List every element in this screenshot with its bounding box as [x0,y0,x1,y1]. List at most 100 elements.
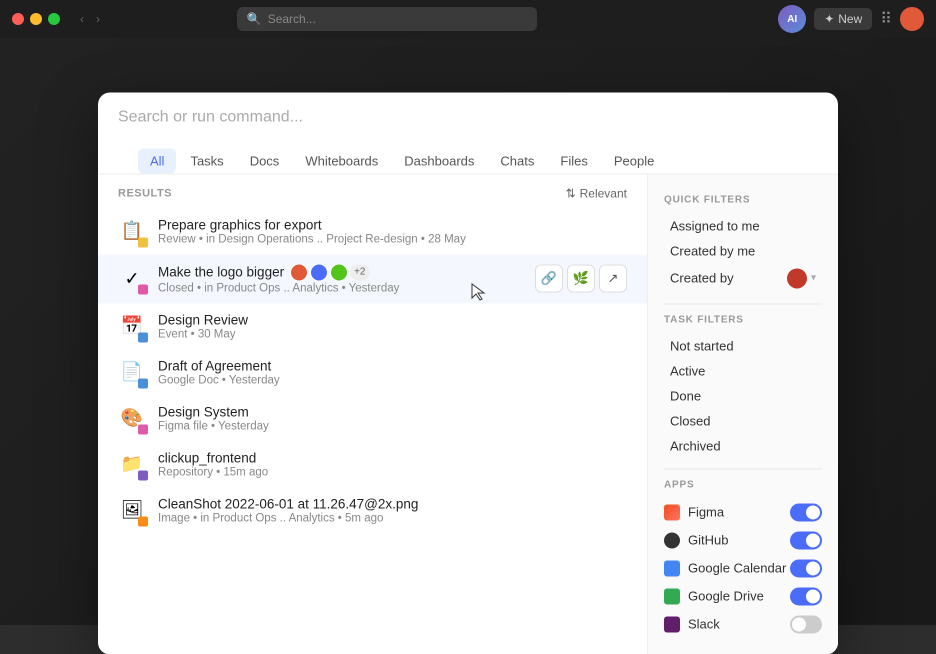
search-icon: 🔍 [247,12,262,26]
title-search-bar[interactable]: 🔍 Search... [237,7,537,31]
app-toggle-gcal[interactable] [790,559,822,577]
result-item[interactable]: 📅 Design ReviewEvent • 30 May [98,303,647,349]
result-meta: Closed • in Product Ops .. Analytics • Y… [158,282,535,294]
filter-archived[interactable]: Archived [664,433,822,458]
result-meta: Google Doc • Yesterday [158,374,627,386]
tab-whiteboards[interactable]: Whiteboards [293,148,390,173]
ai-badge[interactable]: AI [778,5,806,33]
filter-not-started[interactable]: Not started [664,333,822,358]
tab-people[interactable]: People [602,148,666,173]
filter-created-by-me[interactable]: Created by me [664,238,822,263]
open-button[interactable]: ↗ [599,264,627,292]
result-title: CleanShot 2022-06-01 at 11.26.47@2x.png [158,496,627,511]
assignee-avatar [310,263,328,281]
modal-search-area: AllTasksDocsWhiteboardsDashboardsChatsFi… [98,92,838,174]
app-toggle-slack[interactable] [790,615,822,633]
minimize-button[interactable] [30,13,42,25]
close-button[interactable] [12,13,24,25]
created-by-label: Created by [670,270,734,285]
app-row-github: GitHub [664,526,822,554]
search-input[interactable] [118,108,818,140]
tab-chats[interactable]: Chats [488,148,546,173]
result-icon-badge [138,332,148,342]
result-icon-badge [138,284,148,294]
result-icon-badge [138,470,148,480]
filter-active[interactable]: Active [664,358,822,383]
app-icon-gdrive [664,588,680,604]
result-item[interactable]: 🎨Design SystemFigma file • Yesterday [98,395,647,441]
sort-button[interactable]: ⇅ Relevant [566,186,627,200]
grid-icon[interactable]: ⠿ [880,9,892,29]
result-item[interactable]: 🖼 CleanShot 2022-06-01 at 11.26.47@2x.png… [98,487,647,533]
app-toggle-figma[interactable] [790,503,822,521]
user-avatar[interactable] [900,7,924,31]
result-meta: Review • in Design Operations .. Project… [158,233,627,245]
result-icon-badge [138,378,148,388]
modal-body: RESULTS ⇅ Relevant 📋 Prepare graphics for… [98,174,838,654]
result-icon: 🖼 [118,496,146,524]
app-toggle-github[interactable] [790,531,822,549]
forward-arrow[interactable]: › [92,10,104,28]
result-content: Design ReviewEvent • 30 May [158,312,627,340]
result-content: Make the logo bigger+2Closed • in Produc… [158,263,535,294]
app-icon-slack [664,616,680,632]
app-label-gcal: Google Calendar [664,560,786,576]
result-icon: 📄 [118,358,146,386]
result-actions: 🔗🌿↗ [535,264,627,292]
apps-label: APPS [664,479,822,490]
result-content: CleanShot 2022-06-01 at 11.26.47@2x.pngI… [158,496,627,524]
app-name-figma: Figma [688,504,724,519]
result-icon-badge [138,424,148,434]
app-row-slack: Slack [664,610,822,638]
result-icon-badge [138,516,148,526]
result-icon: 📁 [118,450,146,478]
app-icon-gcal [664,560,680,576]
result-item[interactable]: ✓Make the logo bigger+2Closed • in Produ… [98,254,647,303]
result-title: Draft of Agreement [158,358,627,373]
app-name-github: GitHub [688,532,728,547]
assignee-avatar [330,263,348,281]
results-header: RESULTS ⇅ Relevant [98,174,647,208]
app-name-gcal: Google Calendar [688,560,786,575]
filter-closed[interactable]: Closed [664,408,822,433]
copy-link-button[interactable]: 🔗 [535,264,563,292]
tab-all[interactable]: All [138,148,176,173]
app-icon-github [664,532,680,548]
assigned-label: Assigned to me [670,218,760,233]
branch-button[interactable]: 🌿 [567,264,595,292]
result-icon: 📋 [118,217,146,245]
tab-tasks[interactable]: Tasks [178,148,235,173]
result-title: clickup_frontend [158,450,627,465]
maximize-button[interactable] [48,13,60,25]
results-list: 📋 Prepare graphics for exportReview • in … [98,208,647,533]
assignee-avatar [290,263,308,281]
result-item[interactable]: 📁 clickup_frontendRepository • 15m ago [98,441,647,487]
result-content: Design SystemFigma file • Yesterday [158,404,627,432]
nav-arrows: ‹ › [76,10,104,28]
result-item[interactable]: 📄 Draft of AgreementGoogle Doc • Yesterda… [98,349,647,395]
tab-dashboards[interactable]: Dashboards [392,148,486,173]
app-toggle-gdrive[interactable] [790,587,822,605]
filters-panel: QUICK FILTERS Assigned to me Created by … [648,174,838,654]
result-content: clickup_frontendRepository • 15m ago [158,450,627,478]
app-label-gdrive: Google Drive [664,588,764,604]
filter-done[interactable]: Done [664,383,822,408]
result-meta: Image • in Product Ops .. Analytics • 5m… [158,512,627,524]
assignee-avatars: +2 [290,263,369,281]
created-by-me-label: Created by me [670,243,755,258]
result-content: Prepare graphics for exportReview • in D… [158,217,627,245]
app-row-gdrive: Google Drive [664,582,822,610]
task-filters-label: TASK FILTERS [664,314,822,325]
tab-files[interactable]: Files [548,148,599,173]
tab-docs[interactable]: Docs [238,148,292,173]
app-row-gcal: Google Calendar [664,554,822,582]
back-arrow[interactable]: ‹ [76,10,88,28]
filter-created-by[interactable]: Created by ▾ [664,263,822,293]
result-item[interactable]: 📋 Prepare graphics for exportReview • in … [98,208,647,254]
result-title: Design System [158,404,627,419]
filter-assigned-to-me[interactable]: Assigned to me [664,213,822,238]
new-button[interactable]: ✦ New [814,8,872,30]
app-label-github: GitHub [664,532,728,548]
app-label-figma: Figma [664,504,724,520]
result-icon: 📅 [118,312,146,340]
